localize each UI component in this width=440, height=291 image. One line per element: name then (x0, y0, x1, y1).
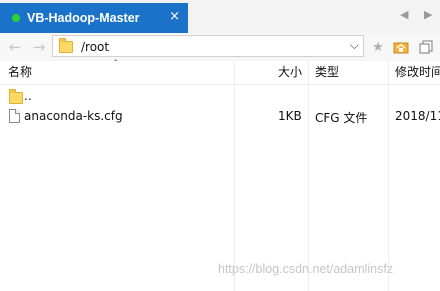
file-type: CFG 文件 (315, 111, 368, 125)
connection-status-dot (12, 14, 20, 22)
file-row[interactable]: anaconda-ks.cfg 1KB CFG 文件 2018/11 (0, 106, 440, 128)
chevron-down-icon[interactable]: ⌵ (350, 38, 359, 53)
column-header-size[interactable]: 大小 (278, 61, 304, 84)
session-tab-title: VB-Hadoop-Master (27, 11, 140, 25)
watermark-text: https://blog.csdn.net/adamlinsfz (218, 262, 394, 276)
star-icon[interactable]: ★ (370, 40, 386, 56)
forward-arrow-icon[interactable]: → (30, 38, 48, 56)
column-header-modified[interactable]: 修改时间 (395, 61, 440, 84)
back-arrow-icon[interactable]: ← (6, 38, 24, 56)
file-size: 1KB (278, 109, 302, 123)
file-name: .. (24, 89, 32, 103)
toolbar: ← → /root ⌵ ★ (0, 33, 440, 62)
home-folder-icon[interactable] (393, 40, 409, 56)
tab-scroll-right-icon[interactable]: ▶ (424, 8, 432, 21)
path-input[interactable]: /root ⌵ (52, 35, 364, 57)
file-name: anaconda-ks.cfg (24, 109, 123, 123)
file-row-parent[interactable]: .. (0, 86, 440, 108)
file-list-header: 名称 大小 类型 修改时间 (0, 61, 440, 85)
tab-scroll-left-icon[interactable]: ◀ (400, 8, 408, 21)
folder-icon (59, 38, 73, 53)
file-modified: 2018/11 (395, 109, 440, 123)
tab-bar: VB-Hadoop-Master × ◀ ▶ (0, 0, 440, 33)
session-tab[interactable]: VB-Hadoop-Master × (0, 3, 188, 33)
close-icon[interactable]: × (169, 9, 180, 25)
column-header-name[interactable]: 名称 (8, 61, 208, 84)
file-icon (9, 109, 20, 123)
column-header-type[interactable]: 类型 (315, 61, 375, 84)
path-text: /root (81, 40, 110, 54)
copy-icon[interactable] (418, 40, 434, 56)
folder-icon (9, 89, 23, 104)
